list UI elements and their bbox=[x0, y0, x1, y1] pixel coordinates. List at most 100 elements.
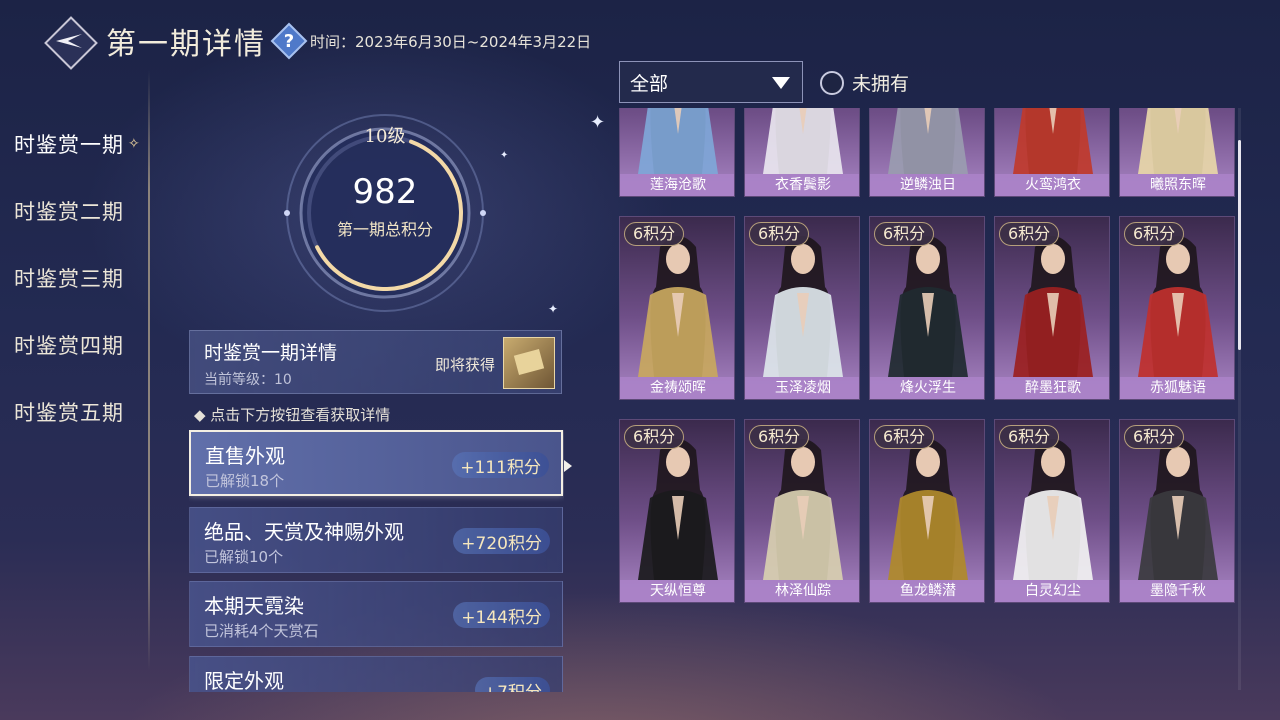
source-title: 直售外观 bbox=[205, 444, 285, 468]
tab-label: 时鉴赏四期 bbox=[14, 333, 124, 358]
outfit-card[interactable]: 6积分醉墨狂歌 bbox=[994, 216, 1110, 400]
upcoming-reward-icon[interactable] bbox=[503, 337, 555, 389]
total-score-value: 982 bbox=[352, 172, 418, 212]
points-badge: +144积分 bbox=[453, 602, 550, 628]
source-item-premium[interactable]: 绝品、天赏及神赐外观 已解锁10个 +720积分 bbox=[189, 507, 563, 573]
source-item-limited[interactable]: 限定外观 +7积分 bbox=[189, 656, 563, 692]
outfit-card[interactable]: 6积分 白灵幻尘 bbox=[994, 419, 1110, 603]
current-level: 当前等级：10 bbox=[204, 372, 292, 388]
back-button[interactable] bbox=[44, 16, 94, 66]
outfit-name: 赤狐魅语 bbox=[1120, 377, 1234, 399]
source-title: 限定外观 bbox=[204, 669, 284, 692]
category-filter-dropdown[interactable]: 全部 bbox=[619, 61, 803, 103]
tab-label: 时鉴赏二期 bbox=[14, 199, 124, 224]
level-text: 10级 bbox=[364, 126, 406, 147]
selection-arrow-icon bbox=[564, 460, 572, 472]
points-badge: +111积分 bbox=[452, 452, 549, 478]
outfit-cost-badge: 6积分 bbox=[624, 425, 685, 449]
header: 第一期详情 ? 时间：2023年6月30日~2024年3月22日 bbox=[44, 14, 591, 68]
score-ring: 10级 982 第一期总积分 bbox=[280, 108, 490, 318]
outfit-card[interactable]: 6积分赤狐魅语 bbox=[1119, 216, 1235, 400]
outfit-name: 醉墨狂歌 bbox=[995, 377, 1109, 399]
outfit-name: 逆鳞浊日 bbox=[870, 174, 984, 196]
dropdown-triangle-icon bbox=[772, 77, 790, 89]
scrollbar-thumb[interactable] bbox=[1238, 140, 1241, 350]
tab-period-5[interactable]: 时鉴赏五期 bbox=[0, 378, 150, 445]
outfit-card[interactable]: 6积分烽火浮生 bbox=[869, 216, 985, 400]
tab-period-2[interactable]: 时鉴赏二期 bbox=[0, 177, 150, 244]
time-range: 时间：2023年6月30日~2024年3月22日 bbox=[310, 32, 592, 51]
outfit-cost-badge: 6积分 bbox=[749, 425, 810, 449]
points-badge: +720积分 bbox=[453, 528, 550, 554]
tab-period-3[interactable]: 时鉴赏三期 bbox=[0, 244, 150, 311]
tab-period-1[interactable]: 时鉴赏一期 ✧ bbox=[0, 110, 150, 177]
outfit-cost-badge: 6积分 bbox=[874, 425, 935, 449]
outfit-name: 火鸾鸿衣 bbox=[995, 174, 1109, 196]
outfit-figure-image bbox=[1138, 108, 1218, 174]
outfit-cost-badge: 6积分 bbox=[1124, 425, 1185, 449]
tab-label: 时鉴赏三期 bbox=[14, 266, 124, 291]
points-source-list: 直售外观 已解锁18个 +111积分 绝品、天赏及神赐外观 已解锁10个 +72… bbox=[189, 430, 564, 692]
outfit-cost-badge: 6积分 bbox=[874, 222, 935, 246]
outfit-card[interactable]: 6积分鱼龙鳞潜 bbox=[869, 419, 985, 603]
outfit-card[interactable]: 逆鳞浊日 bbox=[869, 108, 985, 197]
outfit-card[interactable]: 6积分天纵恒尊 bbox=[619, 419, 735, 603]
outfit-name: 烽火浮生 bbox=[870, 377, 984, 399]
unowned-radio[interactable] bbox=[820, 70, 844, 95]
unowned-label: 未拥有 bbox=[852, 73, 910, 95]
sparkle-icon: ✦ bbox=[500, 150, 509, 161]
source-subtitle: 已解锁10个 bbox=[204, 548, 284, 566]
outfit-name: 衣香鬓影 bbox=[745, 174, 859, 196]
outfit-name: 曦照东晖 bbox=[1120, 174, 1234, 196]
outfit-grid-viewport: 莲海沧歌 衣香鬓影 逆鳞浊日 火鸾鸿衣 曦照东晖 6积分 金祷颂晖 6积分 玉泽凌烟 6积分 烽火浮… bbox=[618, 108, 1238, 690]
outfit-card[interactable]: 莲海沧歌 bbox=[619, 108, 735, 197]
outfit-figure-image bbox=[1013, 108, 1093, 174]
active-marker-icon: ✧ bbox=[128, 135, 141, 152]
tab-period-4[interactable]: 时鉴赏四期 bbox=[0, 311, 150, 378]
outfit-name: 墨隐千秋 bbox=[1120, 580, 1234, 602]
outfit-card[interactable]: 6积分林泽仙踪 bbox=[744, 419, 860, 603]
outfit-name: 金祷颂晖 bbox=[620, 377, 734, 399]
outfit-name: 天纵恒尊 bbox=[620, 580, 734, 602]
hint-text: ◆ 点击下方按钮查看获取详情 bbox=[194, 406, 391, 424]
outfit-name: 玉泽凌烟 bbox=[745, 377, 859, 399]
tab-label: 时鉴赏一期 bbox=[14, 132, 124, 157]
period-detail-card: 时鉴赏一期详情 当前等级：10 即将获得 bbox=[189, 330, 562, 394]
page-title: 第一期详情 bbox=[106, 27, 266, 62]
tab-label: 时鉴赏五期 bbox=[14, 400, 124, 425]
source-subtitle: 已消耗4个天赏石 bbox=[204, 622, 319, 640]
points-badge: +7积分 bbox=[474, 677, 550, 692]
question-icon[interactable]: ? bbox=[274, 26, 304, 56]
outfit-card[interactable]: 6积分金祷颂晖 bbox=[619, 216, 735, 400]
outfit-card[interactable]: 衣香鬓影 bbox=[744, 108, 860, 197]
outfit-cost-badge: 6积分 bbox=[999, 425, 1060, 449]
source-title: 绝品、天赏及神赐外观 bbox=[204, 520, 404, 544]
outfit-figure-image bbox=[888, 108, 968, 174]
source-item-direct-sale[interactable]: 直售外观 已解锁18个 +111积分 bbox=[189, 430, 563, 496]
outfit-name: 莲海沧歌 bbox=[620, 174, 734, 196]
source-title: 本期天霓染 bbox=[204, 594, 304, 618]
filter-selected-value: 全部 bbox=[630, 72, 669, 95]
outfit-card[interactable]: 曦照东晖 bbox=[1119, 108, 1235, 197]
period-tab-list: 时鉴赏一期 ✧ 时鉴赏二期 时鉴赏三期 时鉴赏四期 时鉴赏五期 bbox=[0, 110, 150, 445]
sparkle-icon: ✦ bbox=[548, 302, 559, 316]
outfit-card[interactable]: 6积分玉泽凌烟 bbox=[744, 216, 860, 400]
unowned-filter-toggle[interactable]: 未拥有 bbox=[820, 69, 909, 96]
source-item-dye[interactable]: 本期天霓染 已消耗4个天赏石 +144积分 bbox=[189, 581, 563, 647]
outfit-name: 鱼龙鳞潜 bbox=[870, 580, 984, 602]
sparkle-icon: ✦ bbox=[590, 112, 606, 133]
source-subtitle: 已解锁18个 bbox=[205, 472, 285, 490]
outfit-card[interactable]: 火鸾鸿衣 bbox=[994, 108, 1110, 197]
outfit-cost-badge: 6积分 bbox=[1124, 222, 1185, 246]
outfit-figure-image bbox=[638, 108, 718, 174]
upcoming-reward-label: 即将获得 bbox=[434, 356, 495, 374]
back-arrow-icon bbox=[56, 34, 82, 48]
outfit-cost-badge: 6积分 bbox=[999, 222, 1060, 246]
outfit-figure-image bbox=[763, 108, 843, 174]
outfit-name: 林泽仙踪 bbox=[745, 580, 859, 602]
outfit-cost-badge: 6积分 bbox=[624, 222, 685, 246]
total-score-label: 第一期总积分 bbox=[336, 220, 433, 239]
outfit-card[interactable]: 6积分墨隐千秋 bbox=[1119, 419, 1235, 603]
outfit-cost-badge: 6积分 bbox=[749, 222, 810, 246]
detail-title: 时鉴赏一期详情 bbox=[204, 342, 338, 364]
